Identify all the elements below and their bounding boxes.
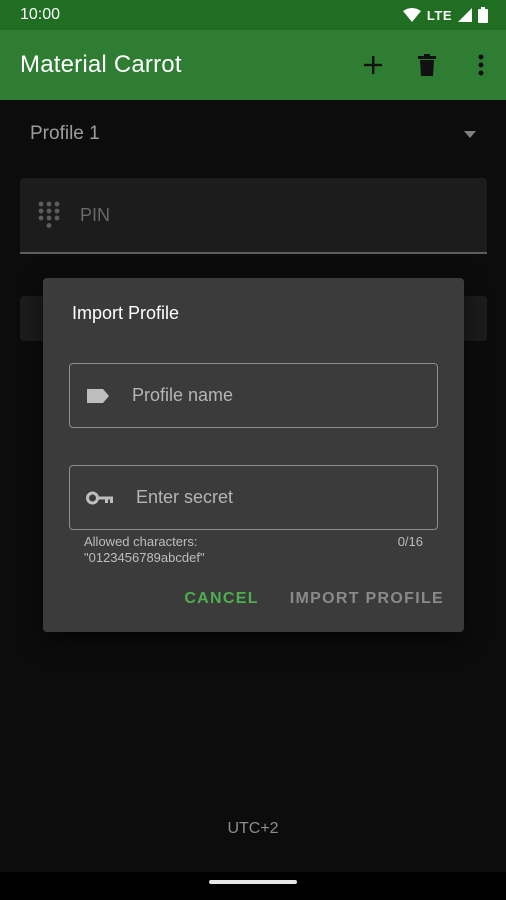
home-gesture-handle[interactable] <box>209 879 297 884</box>
secret-field[interactable]: Enter secret <box>69 465 438 530</box>
import-profile-dialog: Import Profile Profile name Enter secret… <box>43 278 464 632</box>
dialog-title: Import Profile <box>72 303 180 323</box>
status-bar: 10:00 LTE <box>0 0 506 30</box>
helper-line-1: Allowed characters: <box>84 534 198 549</box>
profile-name-field[interactable]: Profile name <box>69 363 438 428</box>
app-actions <box>340 41 506 89</box>
status-icons: LTE <box>402 7 488 23</box>
app-title: Material Carrot <box>20 51 182 78</box>
cancel-button[interactable]: CANCEL <box>184 590 258 608</box>
key-icon <box>86 491 113 504</box>
status-time: 10:00 <box>20 6 61 23</box>
add-icon <box>364 56 382 74</box>
secret-helper-text: Allowed characters: "0123456789abcdef" 0… <box>84 534 423 566</box>
add-button[interactable] <box>352 41 394 89</box>
wifi-icon <box>402 8 421 22</box>
network-type: LTE <box>426 7 452 23</box>
delete-icon <box>418 54 436 76</box>
dialog-actions: CANCEL IMPORT PROFILE <box>184 590 444 608</box>
label-tag-icon <box>87 388 109 403</box>
more-vert-icon <box>478 54 484 76</box>
more-options-button[interactable] <box>460 41 502 89</box>
helper-line-2: "0123456789abcdef" <box>84 550 205 565</box>
delete-button[interactable] <box>406 41 448 89</box>
profile-name-placeholder: Profile name <box>132 385 234 405</box>
import-profile-button[interactable]: IMPORT PROFILE <box>290 590 444 608</box>
battery-icon <box>478 7 488 23</box>
character-counter: 0/16 <box>397 534 423 549</box>
signal-icon <box>458 8 472 22</box>
app-bar: Material Carrot <box>0 30 506 100</box>
navigation-bar <box>0 872 506 900</box>
secret-placeholder: Enter secret <box>136 487 234 507</box>
